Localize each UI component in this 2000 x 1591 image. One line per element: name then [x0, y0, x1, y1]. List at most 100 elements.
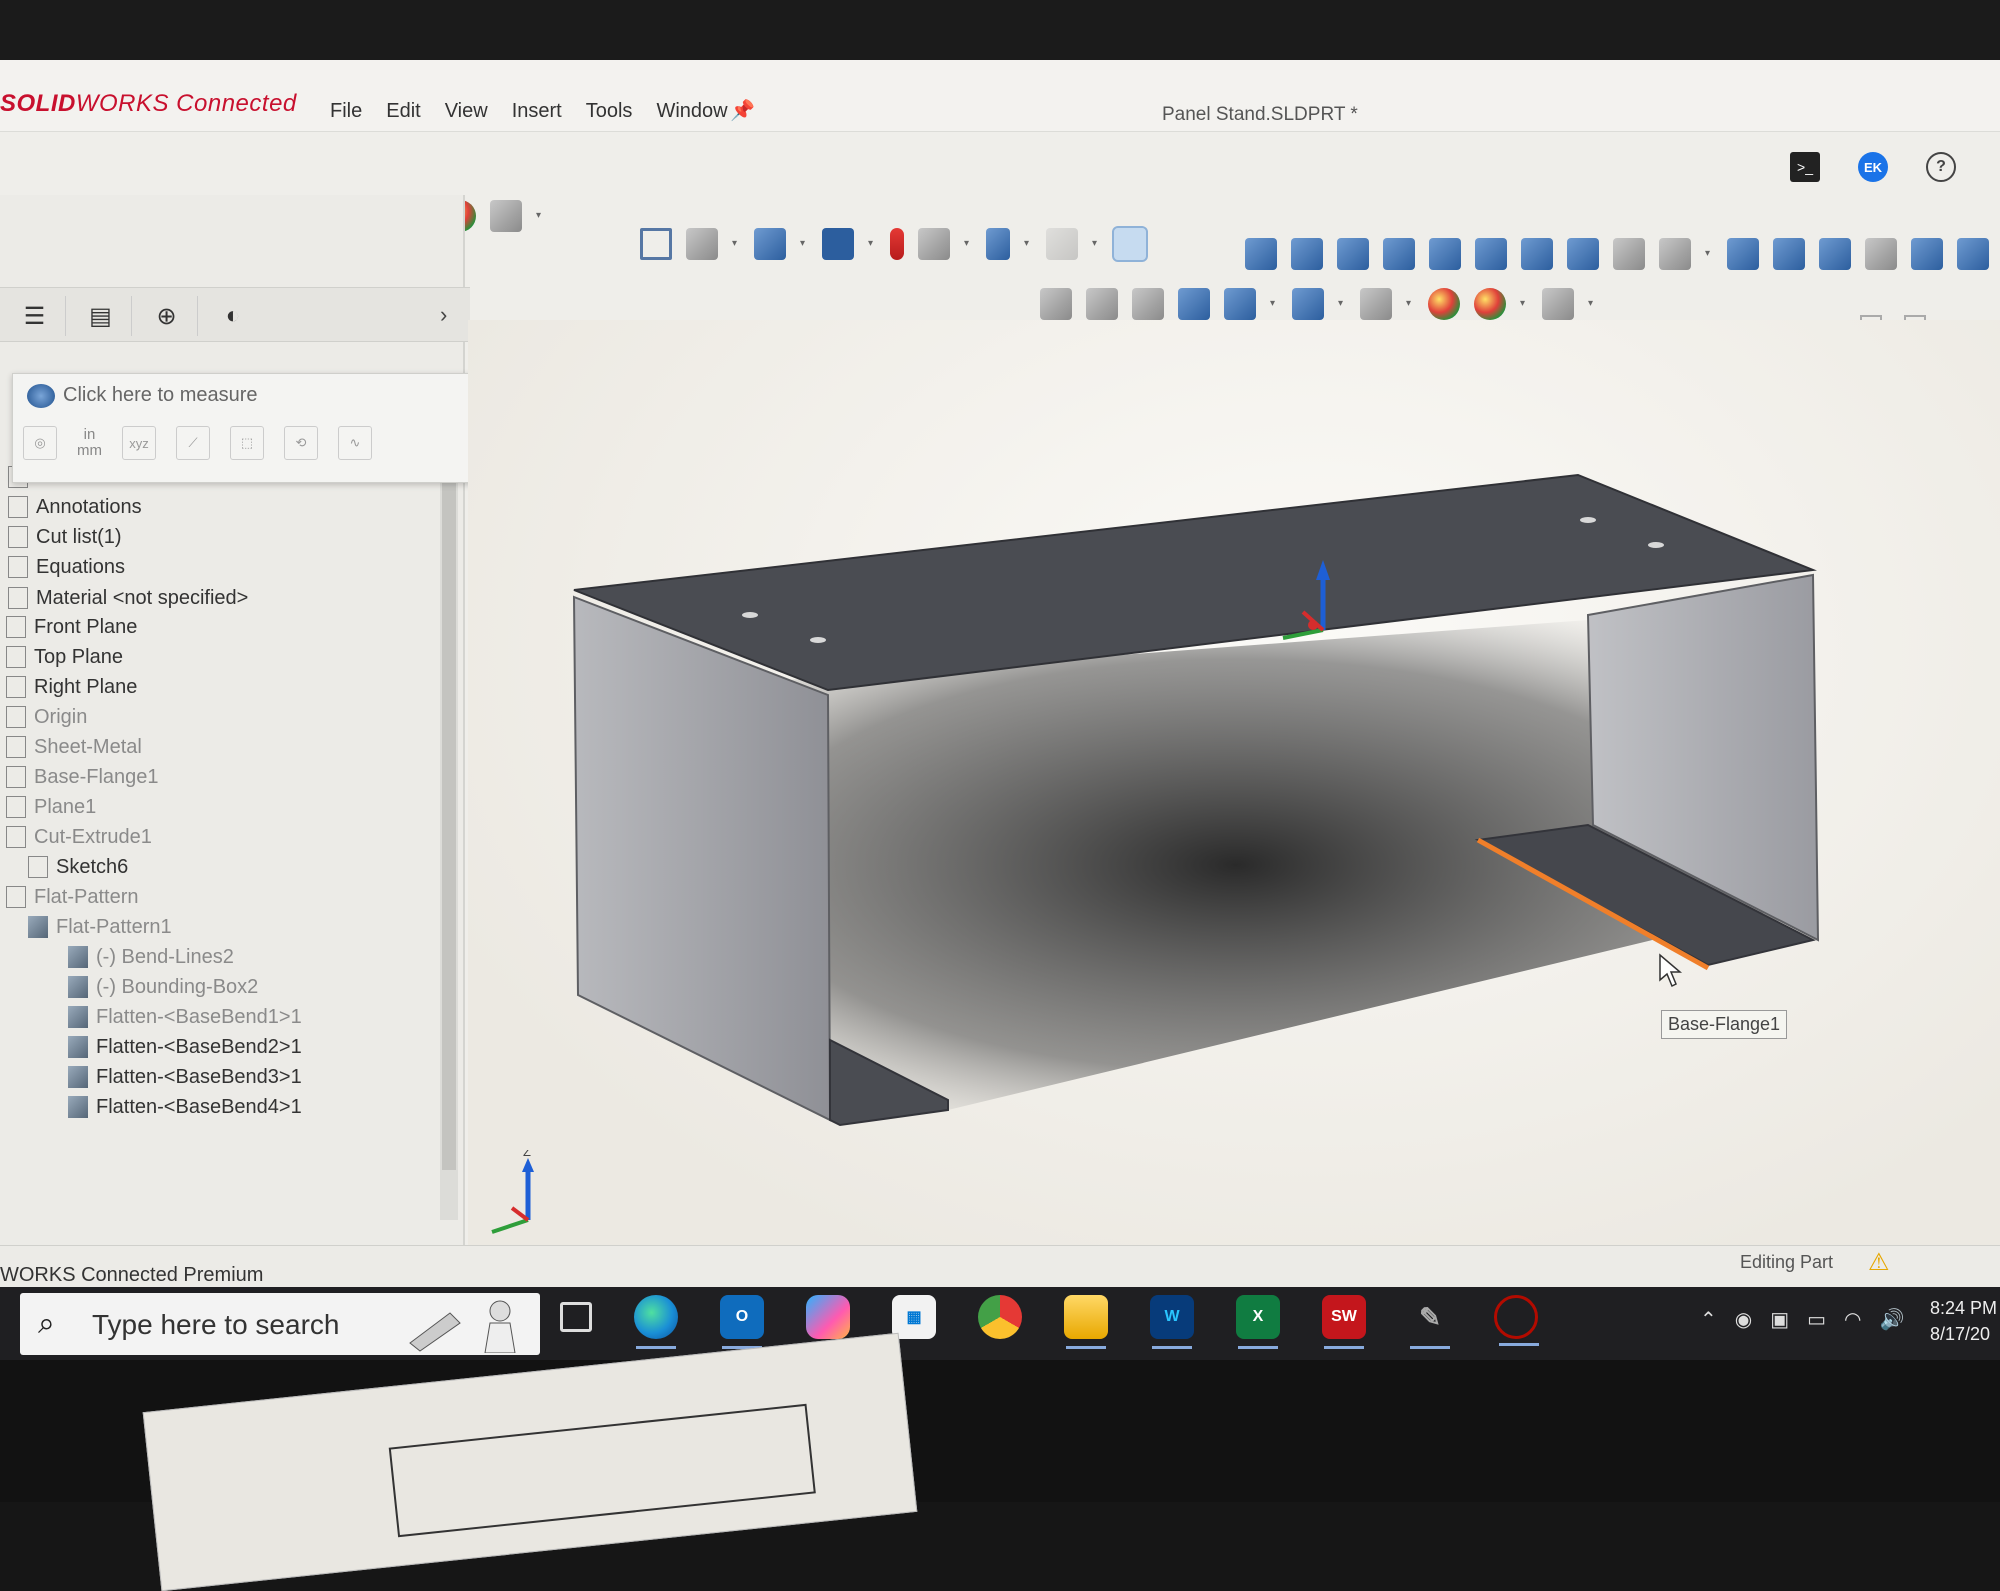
no-bends-icon[interactable]	[1911, 238, 1943, 270]
webex-icon[interactable]: W	[1150, 1295, 1194, 1349]
dropdown-arrow-icon[interactable]: ▾	[536, 209, 544, 223]
user-avatar[interactable]: EK	[1858, 152, 1888, 182]
jog-icon[interactable]	[1521, 238, 1553, 270]
tree-item[interactable]: (-) Bend-Lines2	[68, 940, 234, 974]
sketched-bend-icon[interactable]	[1567, 238, 1599, 270]
edit-appearance-icon[interactable]	[1428, 288, 1460, 320]
measure-tool-icon[interactable]	[1112, 226, 1148, 262]
lofted-bend-icon[interactable]	[1337, 238, 1369, 270]
solidworks-icon[interactable]: SW	[1322, 1295, 1366, 1349]
tree-item[interactable]: Top Plane	[6, 640, 123, 674]
menu-window[interactable]: Window	[656, 100, 727, 123]
display-style-icon[interactable]	[1292, 288, 1324, 320]
taskbar-clock[interactable]: 8:24 PM 8/17/20	[1930, 1295, 1997, 1347]
tree-item[interactable]: Flatten-<BaseBend4>1	[68, 1090, 302, 1124]
zoom-to-area-icon[interactable]	[1086, 288, 1118, 320]
scroll-thumb[interactable]	[442, 430, 456, 1170]
command-search-icon[interactable]: >_	[1790, 152, 1820, 182]
rip-icon[interactable]	[1957, 238, 1989, 270]
device-icon[interactable]: ▣	[1770, 1307, 1789, 1332]
apply-scene-icon[interactable]	[1474, 288, 1506, 320]
search-input[interactable]: Type here to search	[92, 1309, 339, 1341]
dropdown-arrow-icon[interactable]: ▾	[1338, 297, 1346, 311]
monitor-icon[interactable]	[490, 200, 522, 232]
redo-icon[interactable]	[1046, 228, 1078, 260]
file-explorer-icon[interactable]	[1064, 1295, 1108, 1349]
sheet-metal-part-model[interactable]	[468, 320, 2000, 1245]
tree-item[interactable]: Cut list(1)	[8, 520, 122, 554]
home-icon[interactable]	[640, 228, 672, 260]
fold-icon[interactable]	[1819, 238, 1851, 270]
dropdown-arrow-icon[interactable]: ▾	[964, 237, 972, 251]
dropdown-arrow-icon[interactable]: ▾	[800, 237, 808, 251]
point-to-point-icon[interactable]: ⟋	[176, 426, 210, 460]
save-icon[interactable]	[822, 228, 854, 260]
sensor-icon[interactable]: ∿	[338, 426, 372, 460]
tree-scrollbar[interactable]	[440, 390, 458, 1220]
history-icon[interactable]: ⟲	[284, 426, 318, 460]
tree-item[interactable]: Base-Flange1	[6, 760, 159, 794]
section-view-icon[interactable]	[1178, 288, 1210, 320]
dropdown-arrow-icon[interactable]: ▾	[1705, 247, 1713, 261]
graphics-area[interactable]: Base-Flange1 Z	[468, 320, 2000, 1245]
pin-icon[interactable]: 📌	[730, 98, 755, 123]
zoom-to-fit-icon[interactable]	[1040, 288, 1072, 320]
tree-item[interactable]: Cut-Extrude1	[6, 820, 152, 854]
taskbar-search[interactable]: ⌕ Type here to search	[20, 1293, 540, 1355]
copilot-icon[interactable]	[806, 1295, 850, 1339]
units-button[interactable]: in mm	[77, 427, 102, 459]
tree-item[interactable]: Right Plane	[6, 670, 137, 704]
tree-item[interactable]: Flatten-<BaseBend3>1	[68, 1060, 302, 1094]
acrobat-icon[interactable]	[1494, 1295, 1539, 1346]
tree-item[interactable]: Annotations	[8, 490, 142, 524]
excel-icon[interactable]: X	[1236, 1295, 1280, 1349]
volume-icon[interactable]: 🔊	[1879, 1307, 1904, 1332]
rebuild-warning-icon[interactable]: ⚠	[1868, 1248, 1890, 1277]
menu-file[interactable]: File	[330, 100, 362, 123]
pen-tool-icon[interactable]: ✎	[1408, 1295, 1452, 1349]
tree-item[interactable]: Plane1	[6, 790, 96, 824]
measure-prompt[interactable]: Click here to measure	[63, 384, 258, 407]
chevron-up-icon[interactable]: ⌃	[1700, 1307, 1717, 1332]
hem-icon[interactable]	[1475, 238, 1507, 270]
display-manager-tab-icon[interactable]: ◐	[202, 296, 264, 336]
outlook-icon[interactable]: O	[720, 1295, 764, 1349]
dropdown-arrow-icon[interactable]: ▾	[1588, 297, 1596, 311]
forming-tool-icon[interactable]	[1727, 238, 1759, 270]
tree-item[interactable]: Front Plane	[6, 610, 137, 644]
help-icon[interactable]: ?	[1926, 152, 1956, 182]
store-icon[interactable]: ▦	[892, 1295, 936, 1339]
view-settings-icon[interactable]	[1542, 288, 1574, 320]
tree-item[interactable]: Origin	[6, 700, 87, 734]
cross-break-icon[interactable]	[1613, 238, 1645, 270]
tree-item[interactable]: Sheet-Metal	[6, 730, 142, 764]
view-orientation-icon[interactable]	[1224, 288, 1256, 320]
chevron-right-icon[interactable]: ›	[440, 302, 447, 328]
unfold-icon[interactable]	[1773, 238, 1805, 270]
base-flange-icon[interactable]	[1245, 238, 1277, 270]
property-manager-tab-icon[interactable]: ▤	[70, 296, 132, 336]
flatten-icon[interactable]	[1865, 238, 1897, 270]
dropdown-arrow-icon[interactable]: ▾	[1092, 237, 1100, 251]
tree-item[interactable]: Sketch6	[28, 850, 128, 884]
convert-to-sheet-metal-icon[interactable]	[1291, 238, 1323, 270]
chrome-icon[interactable]	[978, 1295, 1022, 1339]
dropdown-arrow-icon[interactable]: ▾	[732, 237, 740, 251]
arc-circle-measure-icon[interactable]: ◎	[23, 426, 57, 460]
dropdown-arrow-icon[interactable]: ▾	[1270, 297, 1278, 311]
dropdown-arrow-icon[interactable]: ▾	[1520, 297, 1528, 311]
edge-flange-icon[interactable]	[1383, 238, 1415, 270]
dropdown-arrow-icon[interactable]: ▾	[868, 237, 876, 251]
view-triad[interactable]: Z	[478, 1150, 588, 1240]
tree-item[interactable]: Equations	[8, 550, 125, 584]
hide-show-items-icon[interactable]	[1360, 288, 1392, 320]
projection-icon[interactable]: ⬚	[230, 426, 264, 460]
tree-item[interactable]: (-) Bounding-Box2	[68, 970, 258, 1004]
menu-insert[interactable]: Insert	[512, 100, 562, 123]
edge-icon[interactable]	[634, 1295, 678, 1349]
new-document-icon[interactable]	[686, 228, 718, 260]
tree-item[interactable]: Flat-Pattern1	[28, 910, 172, 944]
previous-view-icon[interactable]	[1132, 288, 1164, 320]
wifi-icon[interactable]: ◠	[1844, 1307, 1861, 1332]
menu-edit[interactable]: Edit	[386, 100, 420, 123]
